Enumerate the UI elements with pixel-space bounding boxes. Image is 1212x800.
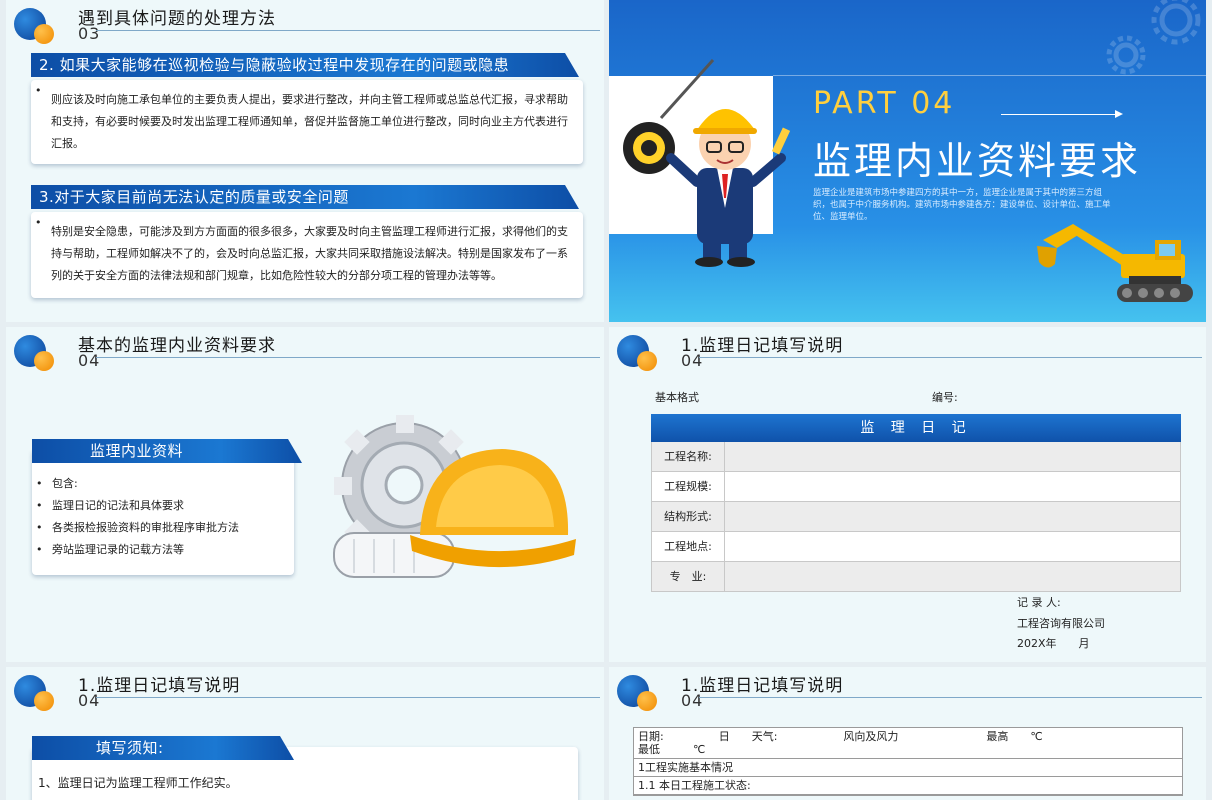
- title-divider: [699, 357, 1202, 358]
- field-value[interactable]: [725, 502, 1180, 531]
- gear-helmet-icon: [333, 415, 576, 578]
- diary-table: 监 理 日 记 工程名称: 工程规模: 结构形式: 工程地点: 专 业:: [651, 414, 1181, 592]
- slide-part04-cover[interactable]: PART 04 监理内业资料要求 监理企业是建筑市场中参建四方的其中一方，监理企…: [609, 0, 1206, 322]
- slide-number: 04: [681, 691, 704, 710]
- gears-decoration-icon: [1106, 0, 1201, 75]
- slide-title: 1.监理日记填写说明: [681, 336, 844, 356]
- basic-format-label: 基本格式: [655, 391, 699, 404]
- section-row: 1.1 本日工程施工状态:: [634, 777, 1182, 795]
- logo-dots-icon: [617, 675, 665, 711]
- title-divider: [96, 357, 600, 358]
- date-label: 202X年 月: [1017, 637, 1090, 650]
- materials-item: 监理日记的记法和具体要求: [32, 495, 294, 517]
- logo-dots-icon: [14, 335, 62, 371]
- table-row: 工程规模:: [652, 472, 1180, 502]
- materials-item: 旁站监理记录的记载方法等: [32, 539, 294, 561]
- slide-basic-requirements[interactable]: 基本的监理内业资料要求 04 包含: 监理日记的记法和具体要求 各类报检报验资料…: [6, 327, 604, 662]
- slide-title: 1.监理日记填写说明: [681, 676, 844, 696]
- note-item: 1、监理日记为监理工程师工作纪实。: [38, 776, 238, 790]
- cover-top-line: [773, 75, 1206, 76]
- field-value[interactable]: [725, 442, 1180, 471]
- slide-problem-handling[interactable]: 遇到具体问题的处理方法 03 2. 如果大家能够在巡视检验与隐蔽验收过程中发现存…: [6, 0, 604, 322]
- arrow-right-icon: [1115, 110, 1123, 118]
- materials-item: 包含:: [32, 473, 294, 495]
- cartoon-engineer-icon: [623, 58, 791, 267]
- section-2-text: 则应该及时向施工承包单位的主要负责人提出，要求进行整改，并向主管工程师或总监总代…: [31, 80, 583, 155]
- diary-form: 日期: 日 天气: 风向及风力 最高 ℃ 最低 ℃ 1工程实施基本情况 1.1 本…: [633, 727, 1183, 796]
- notes-banner: 填写须知:: [32, 736, 294, 760]
- table-row: 工程名称:: [652, 442, 1180, 472]
- table-row: 结构形式:: [652, 502, 1180, 532]
- table-row: 工程地点:: [652, 532, 1180, 562]
- company-label: 工程咨询有限公司: [1017, 617, 1105, 630]
- title-divider: [96, 30, 600, 31]
- logo-dots-icon: [617, 335, 665, 371]
- section-2-card: 则应该及时向施工承包单位的主要负责人提出，要求进行整改，并向主管工程师或总监总代…: [31, 80, 583, 164]
- section-3-card: 特别是安全隐患，可能涉及到方方面面的很多很多，大家要及时向主管监理工程师进行汇报…: [31, 212, 583, 298]
- date-weather-row: 日期: 日 天气: 风向及风力 最高 ℃ 最低 ℃: [634, 728, 1182, 759]
- section-2-heading: 2. 如果大家能够在巡视检验与隐蔽验收过程中发现存在的问题或隐患: [31, 53, 579, 77]
- part-arrow-line: [1001, 114, 1119, 115]
- cover-title: 监理内业资料要求: [813, 139, 1142, 183]
- slide-number: 03: [78, 24, 101, 43]
- slide-filling-notes[interactable]: 1.监理日记填写说明 04 1、监理日记为监理工程师工作纪实。 填写须知:: [6, 667, 604, 800]
- title-divider: [96, 697, 600, 698]
- materials-item: 各类报检报验资料的审批程序审批方法: [32, 517, 294, 539]
- slide-title: 遇到具体问题的处理方法: [78, 9, 276, 29]
- table-row: 专 业:: [652, 562, 1180, 591]
- excavator-icon: [1037, 224, 1193, 302]
- slide-title: 1.监理日记填写说明: [78, 676, 241, 696]
- title-divider: [699, 697, 1202, 698]
- part-label: PART 04: [813, 86, 956, 121]
- field-value[interactable]: [725, 532, 1180, 561]
- logo-dots-icon: [14, 8, 62, 44]
- diary-table-title: 监 理 日 记: [651, 414, 1181, 442]
- slide-diary-form[interactable]: 1.监理日记填写说明 04 日期: 日 天气: 风向及风力 最高 ℃ 最低 ℃ 1…: [609, 667, 1206, 800]
- logo-dots-icon: [14, 675, 62, 711]
- materials-banner: 监理内业资料: [32, 439, 302, 463]
- materials-card: 包含: 监理日记的记法和具体要求 各类报检报验资料的审批程序审批方法 旁站监理记…: [32, 449, 294, 575]
- number-label: 编号:: [932, 391, 958, 404]
- slide-number: 04: [78, 351, 101, 370]
- slide-number: 04: [78, 691, 101, 710]
- recorder-label: 记 录 人:: [1017, 596, 1061, 609]
- slide-title: 基本的监理内业资料要求: [78, 336, 276, 356]
- slide-number: 04: [681, 351, 704, 370]
- section-row: 1工程实施基本情况: [634, 759, 1182, 777]
- section-3-heading: 3.对于大家目前尚无法认定的质量或安全问题: [31, 185, 579, 209]
- field-value[interactable]: [725, 472, 1180, 501]
- field-value[interactable]: [725, 562, 1180, 591]
- section-3-text: 特别是安全隐患，可能涉及到方方面面的很多很多，大家要及时向主管监理工程师进行汇报…: [31, 212, 583, 287]
- slide-diary-format[interactable]: 1.监理日记填写说明 04 基本格式 编号: 监 理 日 记 工程名称: 工程规…: [609, 327, 1206, 662]
